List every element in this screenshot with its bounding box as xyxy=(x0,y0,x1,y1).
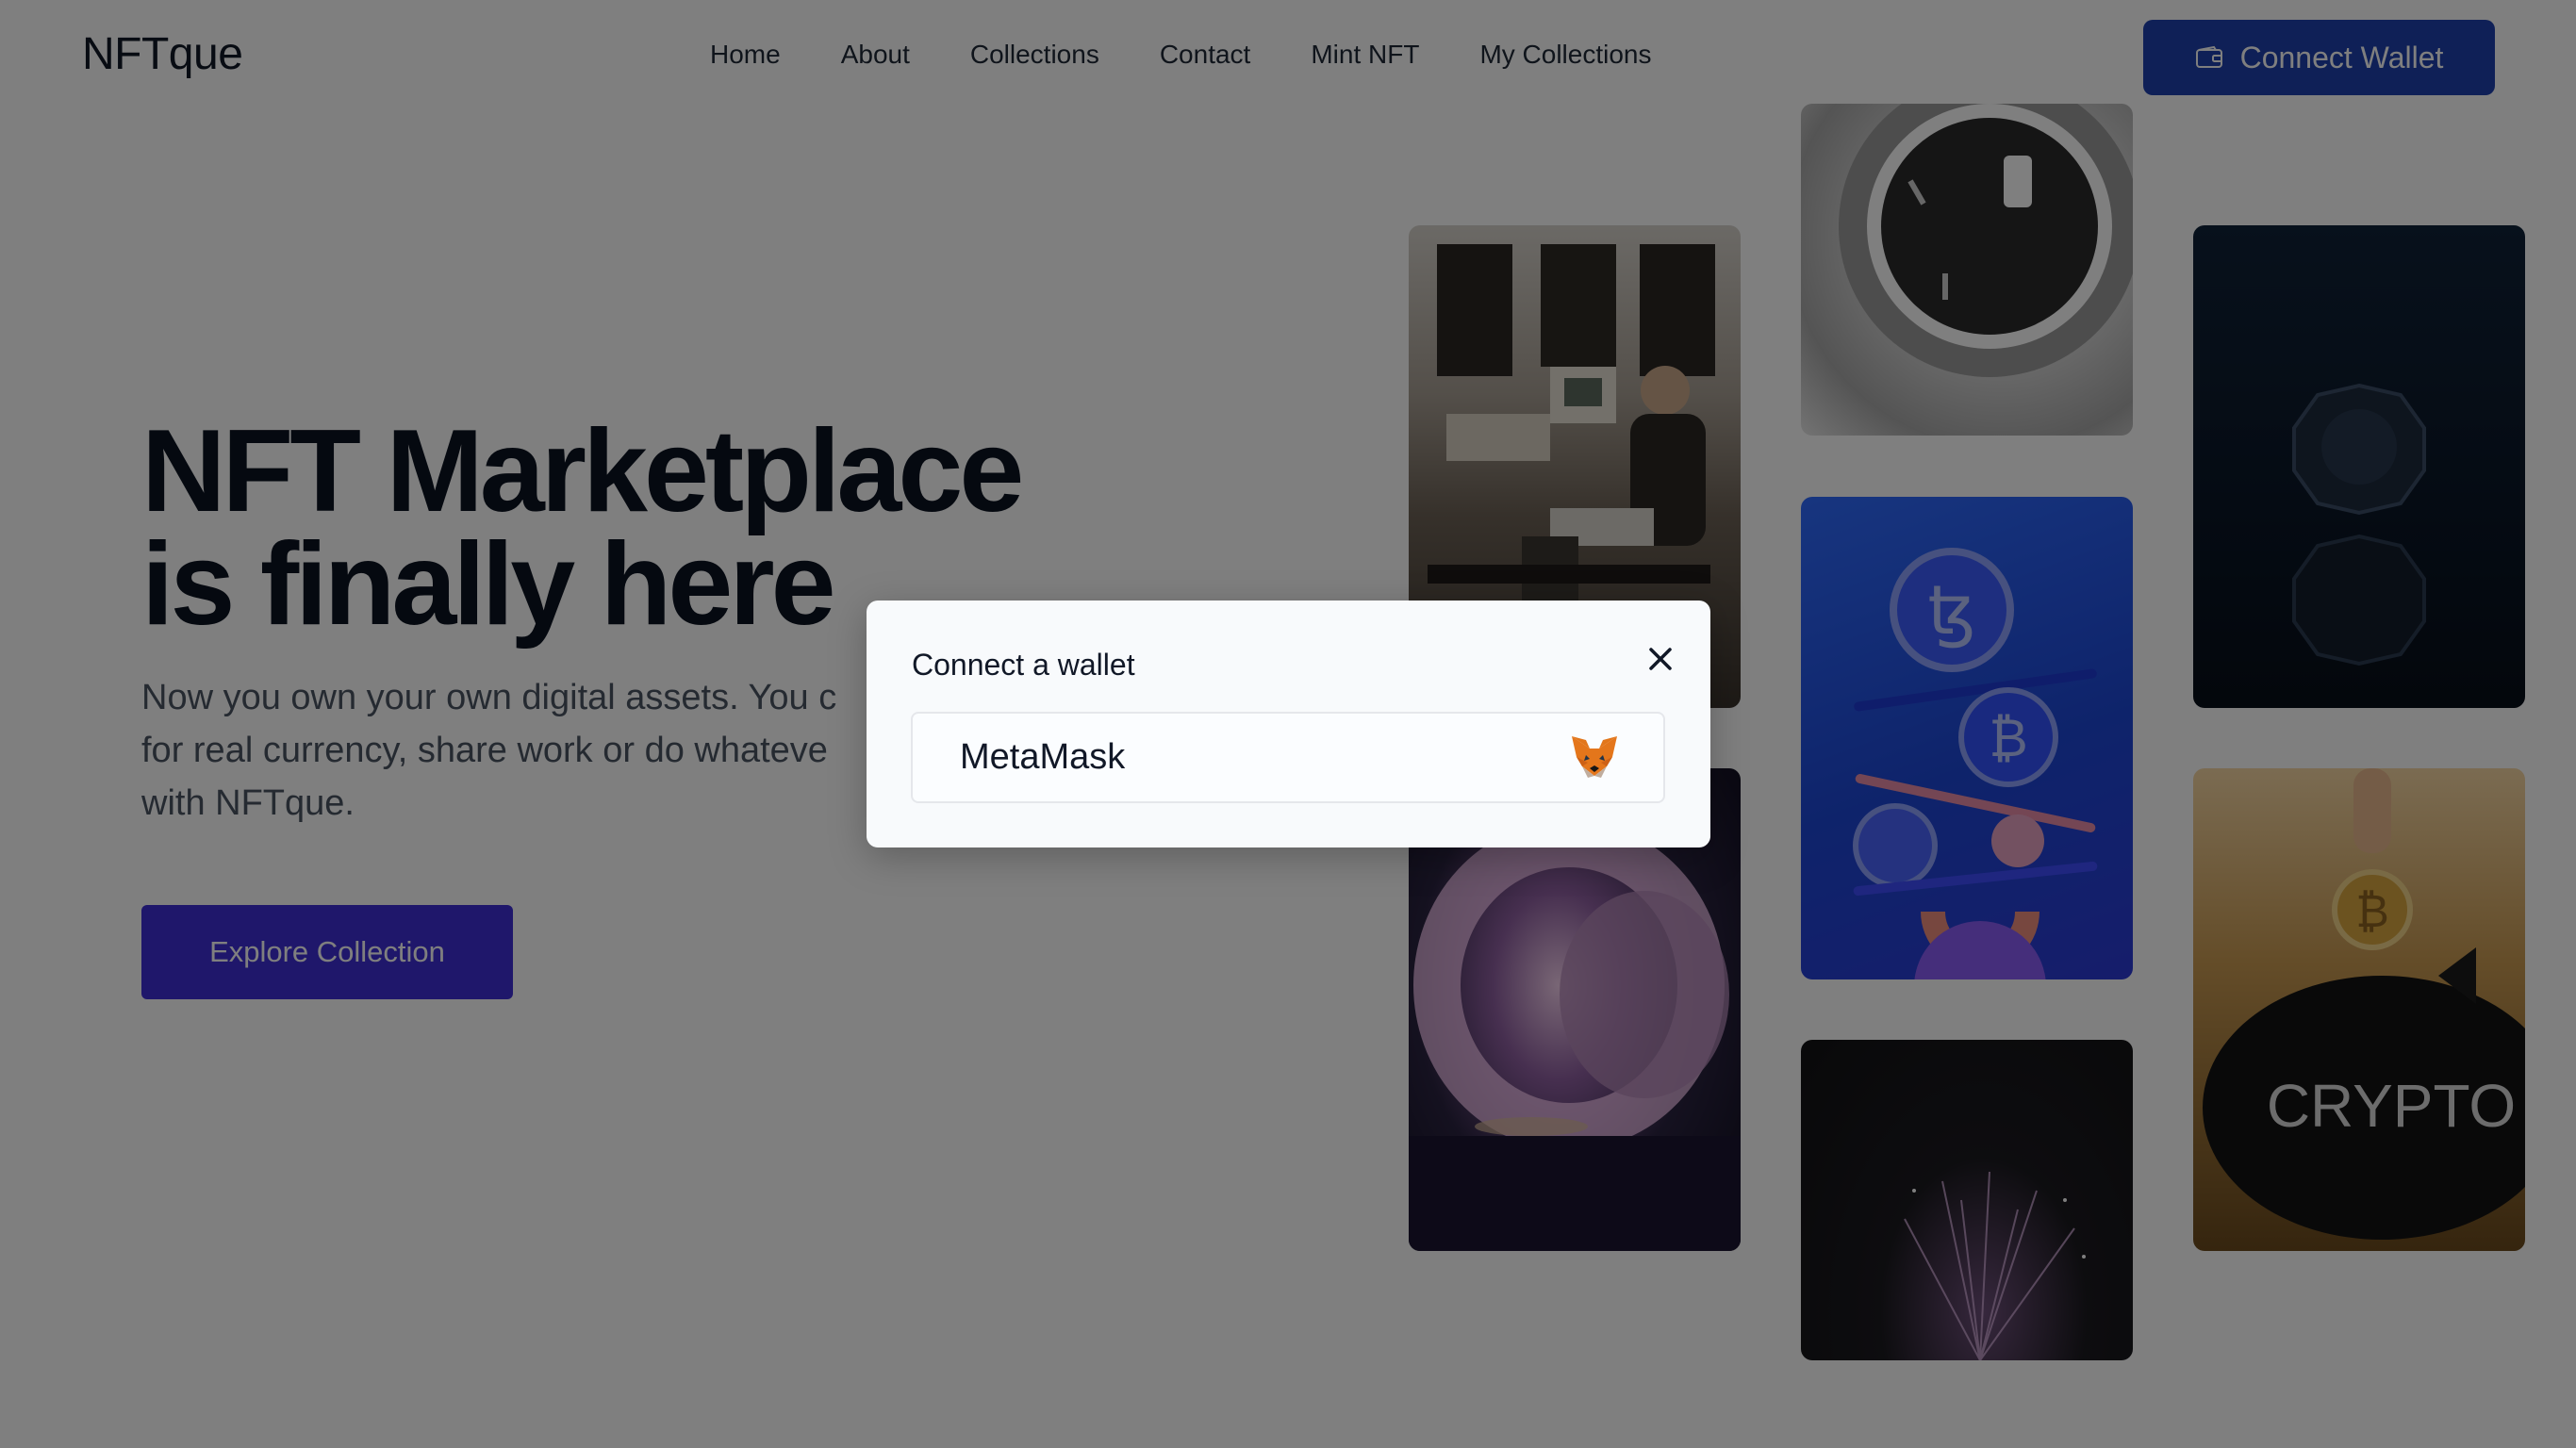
wallet-option-metamask[interactable]: MetaMask xyxy=(911,712,1665,803)
connect-wallet-modal: Connect a wallet MetaMask xyxy=(867,601,1710,847)
wallet-option-label: MetaMask xyxy=(960,737,1126,777)
close-icon xyxy=(1649,648,1672,670)
close-button[interactable] xyxy=(1640,638,1681,680)
modal-title: Connect a wallet xyxy=(912,648,1135,682)
metamask-fox-icon xyxy=(1572,735,1617,778)
